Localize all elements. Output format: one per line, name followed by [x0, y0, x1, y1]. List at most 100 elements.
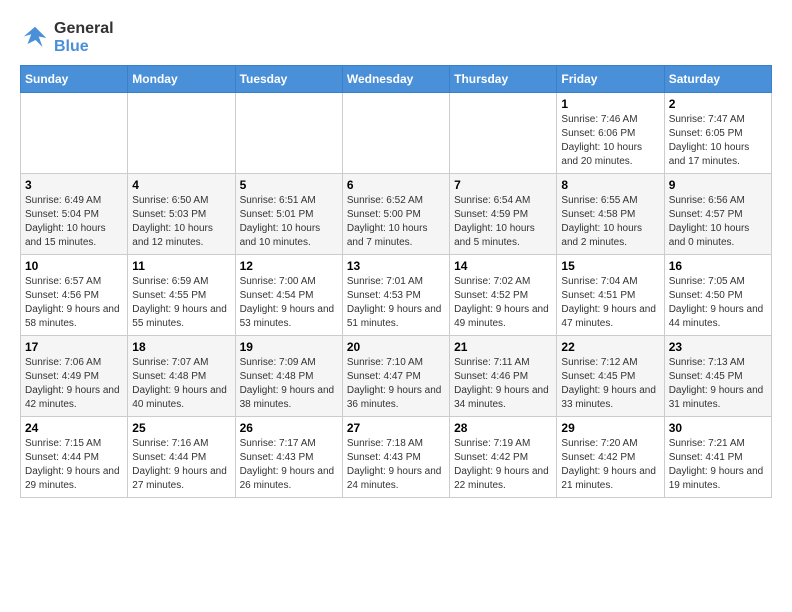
calendar-week-5: 24 Sunrise: 7:15 AM Sunset: 4:44 PM Dayli… — [21, 417, 772, 498]
calendar-cell: 22 Sunrise: 7:12 AM Sunset: 4:45 PM Dayli… — [557, 336, 664, 417]
day-info: Sunrise: 7:12 AM Sunset: 4:45 PM Dayligh… — [561, 356, 659, 412]
day-number: 25 — [132, 421, 230, 435]
calendar-cell: 28 Sunrise: 7:19 AM Sunset: 4:42 PM Dayli… — [450, 417, 557, 498]
calendar-week-1: 1Sunrise: 7:46 AM Sunset: 6:06 PM Daylig… — [21, 93, 772, 174]
calendar-cell: 2 Sunrise: 7:47 AM Sunset: 6:05 PM Daylig… — [664, 93, 771, 174]
day-info: Sunrise: 7:11 AM Sunset: 4:46 PM Dayligh… — [454, 356, 552, 412]
calendar-cell: 24 Sunrise: 7:15 AM Sunset: 4:44 PM Dayli… — [21, 417, 128, 498]
day-info: Sunrise: 7:15 AM Sunset: 4:44 PM Dayligh… — [25, 437, 123, 493]
calendar-week-4: 17 Sunrise: 7:06 AM Sunset: 4:49 PM Dayli… — [21, 336, 772, 417]
calendar-cell: 11 Sunrise: 6:59 AM Sunset: 4:55 PM Dayli… — [128, 255, 235, 336]
calendar-cell: 7 Sunrise: 6:54 AM Sunset: 4:59 PM Daylig… — [450, 174, 557, 255]
calendar-cell: 12Sunrise: 7:00 AM Sunset: 4:54 PM Dayli… — [235, 255, 342, 336]
calendar-cell: 5Sunrise: 6:51 AM Sunset: 5:01 PM Daylig… — [235, 174, 342, 255]
day-number: 13 — [347, 259, 445, 273]
weekday-header-monday: Monday — [128, 66, 235, 93]
day-number: 24 — [25, 421, 123, 435]
calendar-cell: 29Sunrise: 7:20 AM Sunset: 4:42 PM Dayli… — [557, 417, 664, 498]
day-info: Sunrise: 6:49 AM Sunset: 5:04 PM Dayligh… — [25, 194, 123, 250]
day-info: Sunrise: 7:09 AM Sunset: 4:48 PM Dayligh… — [240, 356, 338, 412]
calendar-cell: 21 Sunrise: 7:11 AM Sunset: 4:46 PM Dayli… — [450, 336, 557, 417]
day-info: Sunrise: 6:54 AM Sunset: 4:59 PM Dayligh… — [454, 194, 552, 250]
calendar-cell: 17 Sunrise: 7:06 AM Sunset: 4:49 PM Dayli… — [21, 336, 128, 417]
calendar-cell: 27 Sunrise: 7:18 AM Sunset: 4:43 PM Dayli… — [342, 417, 449, 498]
calendar-cell: 3Sunrise: 6:49 AM Sunset: 5:04 PM Daylig… — [21, 174, 128, 255]
calendar-cell — [21, 93, 128, 174]
calendar-cell: 30 Sunrise: 7:21 AM Sunset: 4:41 PM Dayli… — [664, 417, 771, 498]
day-number: 20 — [347, 340, 445, 354]
day-number: 29 — [561, 421, 659, 435]
day-info: Sunrise: 7:19 AM Sunset: 4:42 PM Dayligh… — [454, 437, 552, 493]
calendar-cell: 9 Sunrise: 6:56 AM Sunset: 4:57 PM Daylig… — [664, 174, 771, 255]
day-number: 18 — [132, 340, 230, 354]
day-info: Sunrise: 7:18 AM Sunset: 4:43 PM Dayligh… — [347, 437, 445, 493]
calendar-cell: 20 Sunrise: 7:10 AM Sunset: 4:47 PM Dayli… — [342, 336, 449, 417]
day-number: 21 — [454, 340, 552, 354]
calendar-cell: 6 Sunrise: 6:52 AM Sunset: 5:00 PM Daylig… — [342, 174, 449, 255]
day-number: 27 — [347, 421, 445, 435]
calendar-cell: 8Sunrise: 6:55 AM Sunset: 4:58 PM Daylig… — [557, 174, 664, 255]
calendar-cell — [235, 93, 342, 174]
calendar-week-2: 3Sunrise: 6:49 AM Sunset: 5:04 PM Daylig… — [21, 174, 772, 255]
day-info: Sunrise: 6:59 AM Sunset: 4:55 PM Dayligh… — [132, 275, 230, 331]
day-info: Sunrise: 6:57 AM Sunset: 4:56 PM Dayligh… — [25, 275, 123, 331]
day-info: Sunrise: 7:17 AM Sunset: 4:43 PM Dayligh… — [240, 437, 338, 493]
weekday-header-saturday: Saturday — [664, 66, 771, 93]
day-info: Sunrise: 7:05 AM Sunset: 4:50 PM Dayligh… — [669, 275, 767, 331]
day-number: 16 — [669, 259, 767, 273]
calendar-cell: 14 Sunrise: 7:02 AM Sunset: 4:52 PM Dayli… — [450, 255, 557, 336]
day-number: 28 — [454, 421, 552, 435]
calendar-cell: 4Sunrise: 6:50 AM Sunset: 5:03 PM Daylig… — [128, 174, 235, 255]
day-info: Sunrise: 6:52 AM Sunset: 5:00 PM Dayligh… — [347, 194, 445, 250]
calendar-cell: 25 Sunrise: 7:16 AM Sunset: 4:44 PM Dayli… — [128, 417, 235, 498]
day-info: Sunrise: 6:51 AM Sunset: 5:01 PM Dayligh… — [240, 194, 338, 250]
calendar-table: SundayMondayTuesdayWednesdayThursdayFrid… — [20, 65, 772, 498]
calendar-cell: 19 Sunrise: 7:09 AM Sunset: 4:48 PM Dayli… — [235, 336, 342, 417]
day-info: Sunrise: 7:04 AM Sunset: 4:51 PM Dayligh… — [561, 275, 659, 331]
weekday-header-tuesday: Tuesday — [235, 66, 342, 93]
day-info: Sunrise: 7:21 AM Sunset: 4:41 PM Dayligh… — [669, 437, 767, 493]
day-info: Sunrise: 7:02 AM Sunset: 4:52 PM Dayligh… — [454, 275, 552, 331]
day-info: Sunrise: 7:01 AM Sunset: 4:53 PM Dayligh… — [347, 275, 445, 331]
day-number: 2 — [669, 97, 767, 111]
weekday-header-thursday: Thursday — [450, 66, 557, 93]
day-info: Sunrise: 7:47 AM Sunset: 6:05 PM Dayligh… — [669, 113, 767, 169]
day-info: Sunrise: 6:55 AM Sunset: 4:58 PM Dayligh… — [561, 194, 659, 250]
day-number: 30 — [669, 421, 767, 435]
logo: General Blue — [20, 20, 114, 55]
weekday-header-sunday: Sunday — [21, 66, 128, 93]
logo-text: General Blue — [54, 20, 114, 55]
day-number: 14 — [454, 259, 552, 273]
day-number: 17 — [25, 340, 123, 354]
calendar-cell: 13 Sunrise: 7:01 AM Sunset: 4:53 PM Dayli… — [342, 255, 449, 336]
day-info: Sunrise: 7:06 AM Sunset: 4:49 PM Dayligh… — [25, 356, 123, 412]
calendar-cell: 23Sunrise: 7:13 AM Sunset: 4:45 PM Dayli… — [664, 336, 771, 417]
day-number: 9 — [669, 178, 767, 192]
calendar-cell: 15 Sunrise: 7:04 AM Sunset: 4:51 PM Dayli… — [557, 255, 664, 336]
calendar-cell — [128, 93, 235, 174]
day-number: 7 — [454, 178, 552, 192]
calendar-cell — [450, 93, 557, 174]
weekday-header-friday: Friday — [557, 66, 664, 93]
day-number: 11 — [132, 259, 230, 273]
day-number: 15 — [561, 259, 659, 273]
day-info: Sunrise: 7:16 AM Sunset: 4:44 PM Dayligh… — [132, 437, 230, 493]
day-info: Sunrise: 7:10 AM Sunset: 4:47 PM Dayligh… — [347, 356, 445, 412]
calendar-cell: 16 Sunrise: 7:05 AM Sunset: 4:50 PM Dayli… — [664, 255, 771, 336]
calendar-cell: 1Sunrise: 7:46 AM Sunset: 6:06 PM Daylig… — [557, 93, 664, 174]
day-number: 6 — [347, 178, 445, 192]
weekday-header-wednesday: Wednesday — [342, 66, 449, 93]
day-number: 26 — [240, 421, 338, 435]
day-number: 10 — [25, 259, 123, 273]
day-number: 12 — [240, 259, 338, 273]
page-header: General Blue — [20, 20, 772, 55]
day-info: Sunrise: 6:56 AM Sunset: 4:57 PM Dayligh… — [669, 194, 767, 250]
calendar-cell: 26 Sunrise: 7:17 AM Sunset: 4:43 PM Dayli… — [235, 417, 342, 498]
day-number: 22 — [561, 340, 659, 354]
calendar-cell — [342, 93, 449, 174]
day-number: 19 — [240, 340, 338, 354]
day-info: Sunrise: 7:07 AM Sunset: 4:48 PM Dayligh… — [132, 356, 230, 412]
day-info: Sunrise: 7:46 AM Sunset: 6:06 PM Dayligh… — [561, 113, 659, 169]
day-info: Sunrise: 7:13 AM Sunset: 4:45 PM Dayligh… — [669, 356, 767, 412]
calendar-week-3: 10 Sunrise: 6:57 AM Sunset: 4:56 PM Dayli… — [21, 255, 772, 336]
